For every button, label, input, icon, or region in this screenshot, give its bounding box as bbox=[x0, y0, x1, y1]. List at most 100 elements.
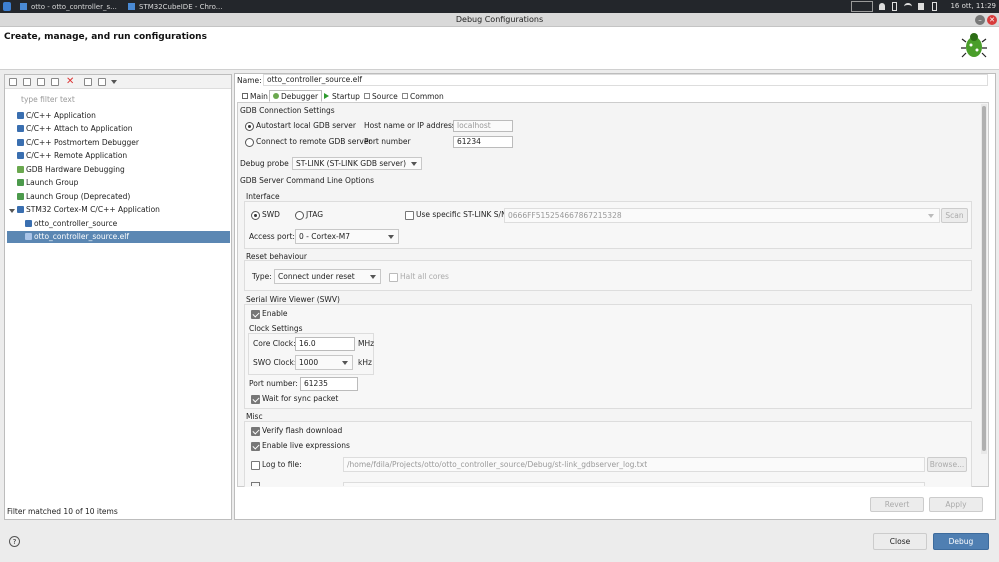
remote-radio[interactable] bbox=[245, 138, 254, 147]
live-expressions-checkbox[interactable] bbox=[251, 442, 260, 451]
cpp-config-icon bbox=[17, 112, 24, 119]
tree-item-otto-controller-source-elf[interactable]: otto_controller_source.elf bbox=[7, 231, 230, 243]
port-field[interactable]: 61234 bbox=[453, 136, 513, 148]
use-sn-label: Use specific ST-LINK S/N bbox=[416, 210, 507, 219]
autostart-radio[interactable] bbox=[245, 122, 254, 131]
debug-button[interactable]: Debug bbox=[933, 533, 989, 550]
close-button[interactable]: Close bbox=[873, 533, 927, 550]
browse-button[interactable]: Browse... bbox=[927, 457, 967, 472]
tree-item-cpp-postmortem[interactable]: C/C++ Postmortem Debugger bbox=[17, 137, 139, 149]
reset-type-value: Connect under reset bbox=[278, 272, 355, 281]
volume-icon[interactable] bbox=[918, 3, 924, 10]
apply-button[interactable]: Apply bbox=[929, 497, 983, 512]
tree-item-label: otto_controller_source.elf bbox=[34, 232, 129, 241]
swo-clock-select[interactable]: 1000 bbox=[295, 355, 353, 370]
host-field[interactable]: localhost bbox=[453, 120, 513, 132]
tab-label: Debugger bbox=[281, 92, 319, 101]
halt-cores-label: Halt all cores bbox=[400, 272, 449, 281]
close-window-button[interactable]: ✕ bbox=[987, 15, 997, 25]
misc-title: Misc bbox=[246, 412, 263, 421]
tree-item-cpp-application[interactable]: C/C++ Application bbox=[17, 110, 96, 122]
jtag-radio[interactable] bbox=[295, 211, 304, 220]
bluetooth-icon[interactable] bbox=[892, 2, 897, 11]
tab-source[interactable]: Source bbox=[360, 90, 402, 102]
scrollbar-thumb[interactable] bbox=[982, 106, 986, 451]
duplicate-icon[interactable] bbox=[51, 78, 59, 86]
filter-status: Filter matched 10 of 10 items bbox=[7, 507, 118, 516]
core-clock-unit: MHz bbox=[358, 339, 375, 348]
tree-item-label: C/C++ Postmortem Debugger bbox=[26, 138, 139, 147]
minimize-button[interactable]: – bbox=[975, 15, 985, 25]
swd-radio[interactable] bbox=[251, 211, 260, 220]
cpp-config-icon bbox=[17, 139, 24, 146]
access-port-select[interactable]: 0 - Cortex-M7 bbox=[295, 229, 399, 244]
port-label: Port number bbox=[364, 137, 411, 146]
collapse-all-icon[interactable] bbox=[84, 78, 92, 86]
battery-icon[interactable] bbox=[932, 2, 937, 11]
verify-flash-checkbox[interactable] bbox=[251, 427, 260, 436]
cutoff-checkbox[interactable] bbox=[251, 482, 260, 486]
tree-item-launch-group[interactable]: Launch Group bbox=[17, 177, 78, 189]
cutoff-field[interactable] bbox=[343, 482, 925, 486]
taskbar-task-ide[interactable]: otto - otto_controller_s... bbox=[20, 2, 118, 12]
reset-type-label: Type: bbox=[252, 272, 272, 281]
ide-config-icon bbox=[25, 220, 32, 227]
scan-button[interactable]: Scan bbox=[941, 208, 968, 223]
tab-startup[interactable]: Startup bbox=[320, 90, 364, 102]
app-menu-icon[interactable] bbox=[3, 2, 11, 11]
probe-select[interactable]: ST-LINK (ST-LINK GDB server) bbox=[292, 157, 422, 170]
tree-item-gdb-hardware[interactable]: GDB Hardware Debugging bbox=[17, 164, 125, 176]
tree-item-cpp-remote[interactable]: C/C++ Remote Application bbox=[17, 150, 127, 162]
tree-item-launch-group-deprecated[interactable]: Launch Group (Deprecated) bbox=[17, 191, 130, 203]
dialog-header: Create, manage, and run configurations bbox=[0, 27, 999, 70]
wifi-icon[interactable] bbox=[904, 3, 912, 10]
tab-label: Common bbox=[410, 92, 444, 101]
gdb-connection-title: GDB Connection Settings bbox=[240, 106, 335, 115]
probe-label: Debug probe bbox=[240, 159, 289, 168]
workspace-switcher-icon[interactable] bbox=[851, 1, 873, 12]
use-sn-checkbox[interactable] bbox=[405, 211, 414, 220]
swo-clock-label: SWO Clock: bbox=[253, 358, 297, 367]
export-icon[interactable] bbox=[37, 78, 45, 86]
system-taskbar: otto - otto_controller_s... STM32CubeIDE… bbox=[0, 0, 999, 13]
new-prototype-icon[interactable] bbox=[23, 78, 31, 86]
core-clock-label: Core Clock: bbox=[253, 339, 296, 348]
misc-group bbox=[244, 421, 972, 487]
window-titlebar[interactable]: Debug Configurations – ✕ bbox=[0, 13, 999, 27]
swd-label: SWD bbox=[262, 210, 280, 219]
sync-packet-checkbox[interactable] bbox=[251, 395, 260, 404]
core-clock-field[interactable]: 16.0 bbox=[295, 337, 355, 351]
chevron-down-icon[interactable] bbox=[111, 80, 117, 84]
name-field[interactable]: otto_controller_source.elf bbox=[263, 74, 988, 86]
task-label: STM32CubeIDE - Chro... bbox=[139, 3, 223, 11]
tab-main[interactable]: Main bbox=[238, 90, 272, 102]
help-icon[interactable]: ? bbox=[9, 536, 20, 547]
delete-icon[interactable]: ✕ bbox=[66, 76, 74, 87]
filter-input[interactable]: type filter text bbox=[21, 94, 221, 106]
clock[interactable]: 16 ott, 11:29 bbox=[950, 1, 996, 12]
log-path-field[interactable]: /home/fdila/Projects/otto/otto_controlle… bbox=[343, 457, 925, 472]
halt-cores-checkbox[interactable] bbox=[389, 273, 398, 282]
tab-common[interactable]: Common bbox=[398, 90, 448, 102]
sn-field[interactable]: 0666FF515254667867215328 bbox=[504, 208, 940, 223]
new-config-icon[interactable] bbox=[9, 78, 17, 86]
swo-clock-unit: kHz bbox=[358, 358, 372, 367]
swv-enable-checkbox[interactable] bbox=[251, 310, 260, 319]
tab-debugger[interactable]: Debugger bbox=[269, 90, 323, 102]
reset-type-select[interactable]: Connect under reset bbox=[274, 269, 381, 284]
filter-icon[interactable] bbox=[98, 78, 106, 86]
swv-port-field[interactable]: 61235 bbox=[300, 377, 358, 391]
tree-item-stm32-application[interactable]: STM32 Cortex-M C/C++ Application bbox=[17, 204, 160, 216]
taskbar-task-chrome[interactable]: STM32CubeIDE - Chro... bbox=[128, 2, 228, 12]
log-to-file-checkbox[interactable] bbox=[251, 461, 260, 470]
access-port-label: Access port: bbox=[249, 232, 295, 241]
interface-title: Interface bbox=[246, 192, 280, 201]
revert-button[interactable]: Revert bbox=[870, 497, 924, 512]
log-to-file-label: Log to file: bbox=[262, 460, 302, 469]
chevron-expanded-icon[interactable] bbox=[9, 209, 15, 213]
tree-item-otto-controller-source[interactable]: otto_controller_source bbox=[25, 218, 117, 230]
gdb-config-icon bbox=[17, 166, 24, 173]
tree-item-cpp-attach[interactable]: C/C++ Attach to Application bbox=[17, 123, 133, 135]
live-expressions-label: Enable live expressions bbox=[262, 441, 350, 450]
notification-icon[interactable] bbox=[879, 3, 885, 10]
